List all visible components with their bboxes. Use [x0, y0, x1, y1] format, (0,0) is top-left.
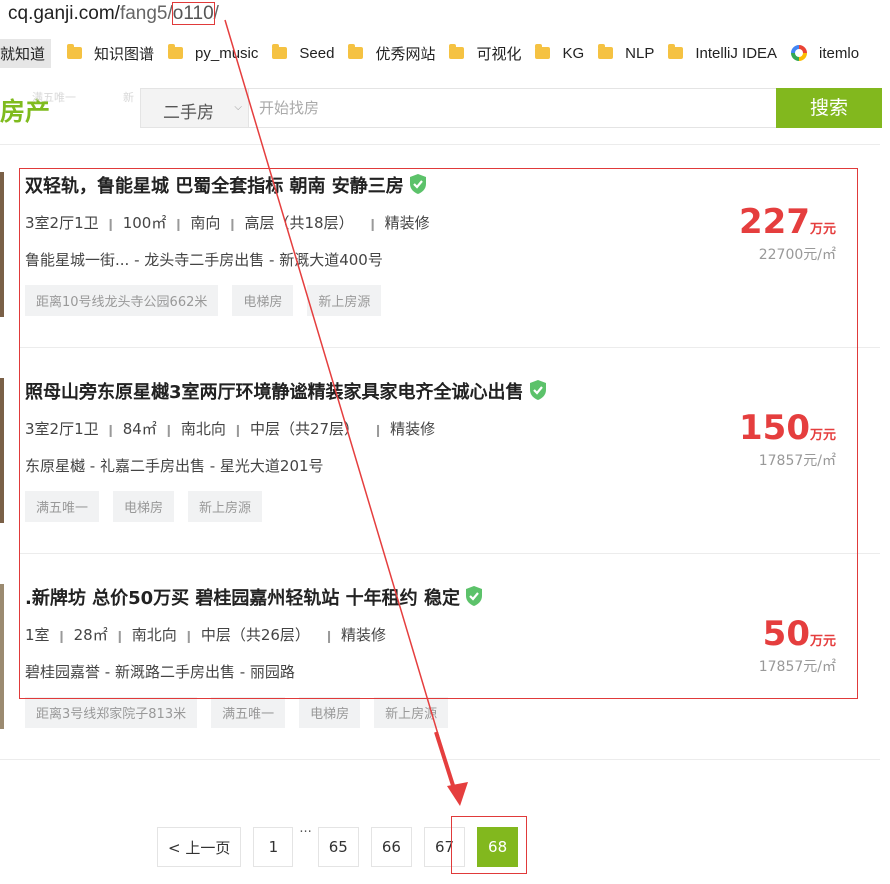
- url-trailing-slash: /: [213, 3, 219, 24]
- listing-address[interactable]: 碧桂园嘉誉 - 新溉路二手房出售 - 丽园路: [25, 661, 295, 682]
- page-button[interactable]: 66: [370, 827, 412, 867]
- listing-thumbnail[interactable]: [0, 378, 4, 523]
- bookmark-label: IntelliJ IDEA: [695, 44, 778, 62]
- screenshot: cq.ganji.com/fang5/o110/ 就知道 知识图谱 py_mus…: [0, 0, 890, 884]
- price-unit: 万元: [809, 428, 836, 443]
- bookmark-label: KG: [562, 44, 585, 62]
- tag: 满五唯一: [211, 697, 286, 728]
- listing-tags: 满五唯一 电梯房 新上房源: [25, 491, 276, 522]
- bookmark-label: NLP: [625, 44, 655, 62]
- bookmark-label: 知识图谱: [94, 45, 155, 63]
- tag: 新上房源: [188, 491, 263, 522]
- folder-icon: [168, 44, 184, 59]
- verified-shield-icon: [529, 380, 546, 400]
- bookmark-label: itemlo: [819, 44, 860, 62]
- url-path: fang5/: [119, 3, 173, 24]
- tag: 电梯房: [113, 491, 175, 522]
- listing-tags: 距离10号线龙头寺公园662米 电梯房 新上房源: [25, 285, 395, 316]
- folder-icon: [668, 44, 684, 59]
- divider: [0, 144, 880, 145]
- bookmark-item[interactable]: py_music: [168, 44, 259, 62]
- folder-icon: [272, 44, 288, 59]
- bookmark-item[interactable]: 可视化: [449, 43, 521, 64]
- listing-tags: 距离3号线郑家院子813米 满五唯一 电梯房 新上房源: [25, 697, 462, 728]
- bookmark-item[interactable]: 知识图谱: [67, 43, 154, 64]
- listing-attributes: 3室2厅1卫 ❙ 84㎡ ❙ 南北向 ❙ 中层（共27层） ❙ 精装修: [25, 420, 436, 438]
- faint-nav-text: 新: [123, 91, 134, 104]
- total-price: 50: [762, 614, 810, 654]
- page-button[interactable]: 65: [317, 827, 359, 867]
- bookmark-label: py_music: [195, 44, 259, 62]
- unit-price: 17857元/㎡: [758, 659, 836, 675]
- bookmark-item[interactable]: itemlo: [791, 45, 859, 62]
- total-price: 150: [739, 408, 810, 448]
- google-icon: [791, 45, 808, 61]
- listing-title[interactable]: .新牌坊 总价50万买 碧桂园嘉州轻轨站 十年租约 稳定: [25, 584, 484, 610]
- listing-attributes: 1室 ❙ 28㎡ ❙ 南北向 ❙ 中层（共26层） ❙ 精装修: [25, 626, 387, 644]
- bookmark-label: 优秀网站: [375, 45, 436, 63]
- price-unit: 万元: [809, 222, 836, 237]
- bookmark-item[interactable]: Seed: [272, 44, 335, 62]
- listing-price: 50万元 17857元/㎡: [759, 614, 836, 676]
- page-button[interactable]: 67: [423, 827, 466, 867]
- bookmark-item[interactable]: IntelliJ IDEA: [668, 44, 778, 62]
- tag: 电梯房: [232, 285, 294, 316]
- divider: [20, 347, 880, 348]
- address-bar[interactable]: cq.ganji.com/fang5/o110/: [0, 0, 890, 30]
- divider: [0, 759, 880, 760]
- chevron-down-icon: ⌵: [234, 102, 242, 113]
- bookmark-item[interactable]: 优秀网站: [348, 43, 435, 64]
- listing-title[interactable]: 双轻轨，鲁能星城 巴蜀全套指标 朝南 安静三房: [25, 172, 428, 198]
- current-page-button[interactable]: 68: [477, 827, 519, 867]
- listing-price: 227万元 22700元/㎡: [739, 202, 836, 264]
- folder-icon: [535, 44, 551, 59]
- tag: 满五唯一: [25, 491, 100, 522]
- bookmark-item[interactable]: 就知道: [0, 38, 52, 68]
- url-domain: cq.ganji.com/: [8, 3, 120, 24]
- url-page-segment: o110: [171, 2, 215, 25]
- bookmark-label: 就知道: [0, 45, 46, 63]
- search-type-label: 二手房: [163, 103, 214, 123]
- bookmarks-bar: 就知道 知识图谱 py_music Seed 优秀网站 可视化 KG NLP I…: [0, 36, 890, 70]
- folder-icon: [348, 44, 364, 59]
- total-price: 227: [739, 202, 810, 242]
- tag: 距离10号线龙头寺公园662米: [25, 285, 219, 316]
- bookmark-label: Seed: [299, 44, 335, 62]
- search-type-select[interactable]: 二手房 ⌵: [141, 89, 249, 127]
- verified-shield-icon: [409, 174, 426, 194]
- search-button[interactable]: 搜索: [776, 88, 882, 128]
- tag: 距离3号线郑家院子813米: [25, 697, 198, 728]
- pagination: < 上一页 1 ... 65 66 67 68: [157, 821, 530, 867]
- pagination-ellipsis: ...: [299, 821, 312, 836]
- listing-price: 150万元 17857元/㎡: [739, 408, 836, 470]
- tag: 新上房源: [374, 697, 449, 728]
- divider: [20, 553, 880, 554]
- folder-icon: [598, 44, 614, 59]
- listing-title[interactable]: 照母山旁东原星樾3室两厅环境静谧精装家具家电齐全诚心出售: [25, 378, 548, 404]
- page-button[interactable]: 1: [253, 827, 294, 867]
- bookmark-item[interactable]: KG: [535, 44, 585, 62]
- search-input[interactable]: [259, 95, 759, 121]
- folder-icon: [449, 44, 465, 59]
- verified-shield-icon: [465, 586, 482, 606]
- unit-price: 17857元/㎡: [758, 453, 836, 469]
- listing-thumbnail[interactable]: [0, 172, 4, 317]
- listing-address[interactable]: 东原星樾 - 礼嘉二手房出售 - 星光大道201号: [25, 455, 324, 476]
- bookmark-label: 可视化: [476, 45, 522, 63]
- unit-price: 22700元/㎡: [758, 247, 836, 263]
- search-bar: 二手房 ⌵ 搜索: [140, 88, 882, 128]
- tag: 电梯房: [299, 697, 361, 728]
- listing-address[interactable]: 鲁能星城一街... - 龙头寺二手房出售 - 新溉大道400号: [25, 249, 383, 270]
- listing-thumbnail[interactable]: [0, 584, 4, 729]
- faint-nav-text: 满五唯一: [32, 91, 76, 104]
- tag: 新上房源: [307, 285, 382, 316]
- prev-page-button[interactable]: < 上一页: [157, 827, 242, 867]
- listing-attributes: 3室2厅1卫 ❙ 100㎡ ❙ 南向 ❙ 高层（共18层） ❙ 精装修: [25, 214, 430, 232]
- bookmark-item[interactable]: NLP: [598, 44, 655, 62]
- price-unit: 万元: [809, 634, 836, 649]
- folder-icon: [67, 44, 83, 59]
